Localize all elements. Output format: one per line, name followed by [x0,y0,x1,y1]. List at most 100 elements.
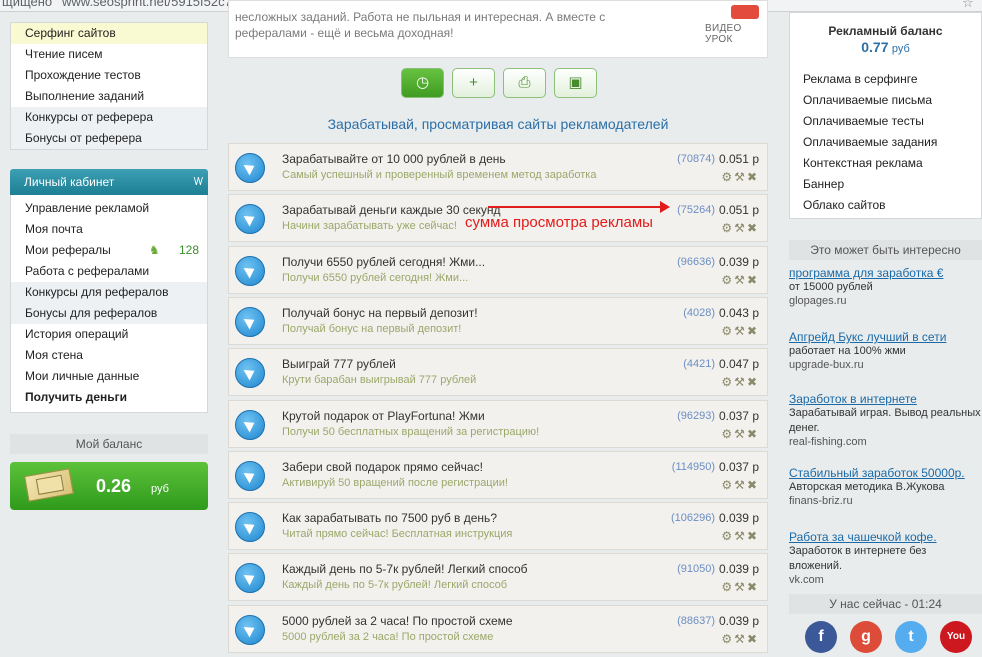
menu-item-tests[interactable]: Прохождение тестов [11,65,207,86]
settings-icon[interactable]: ⚙ [721,529,734,543]
cabinet-item-wall[interactable]: Моя стена [11,345,207,366]
tools-icon[interactable]: ⚒ [734,580,747,594]
ad-link-banner[interactable]: Баннер [803,174,981,195]
video-play-icon[interactable] [731,5,759,19]
tools-icon[interactable]: ⚒ [734,324,747,338]
menu-item-referer-contests[interactable]: Конкурсы от реферера [11,107,207,128]
tools-icon[interactable]: ⚒ [734,273,747,287]
cabinet-header[interactable]: Личный кабинет \/\/ [10,169,208,195]
ad-link-tasks[interactable]: Оплачиваемые задания [803,132,981,153]
settings-icon[interactable]: ⚙ [721,324,734,338]
menu-item-referer-bonuses[interactable]: Бонусы от реферера [11,128,207,149]
ad-row[interactable]: Получи 6550 рублей сегодня! Жми... Получи… [228,245,768,294]
interesting-link[interactable]: Апгрейд Букс лучший в сети [789,330,982,344]
ad-title[interactable]: Получи 6550 рублей сегодня! Жми... [282,255,485,269]
interesting-link[interactable]: Работа за чашечкой кофе. [789,530,982,544]
play-arrow-icon[interactable] [235,358,265,389]
ad-row[interactable]: Как зарабатывать по 7500 руб в день? Чита… [228,502,768,551]
ad-title[interactable]: Как зарабатывать по 7500 руб в день? [282,511,497,525]
ad-link-context[interactable]: Контекстная реклама [803,153,981,174]
my-balance-panel[interactable]: 0.26 руб [10,462,208,510]
play-arrow-icon[interactable] [235,460,265,491]
close-icon[interactable]: ✖ [747,427,759,441]
settings-icon[interactable]: ⚙ [721,580,734,594]
ad-row[interactable]: Зарабатывайте от 10 000 рублей в день Сам… [228,143,768,191]
play-arrow-icon[interactable] [235,563,265,594]
ad-row[interactable]: 5000 рублей за 2 часа! По простой схеме 5… [228,604,768,653]
close-icon[interactable]: ✖ [747,221,759,235]
cabinet-item-referral-contests[interactable]: Конкурсы для рефералов [11,282,207,303]
play-arrow-icon[interactable] [235,614,265,645]
ad-row[interactable]: Крутой подарок от PlayFortuna! Жми Получи… [228,399,768,448]
tools-icon[interactable]: ⚒ [734,170,747,184]
menu-item-tasks[interactable]: Выполнение заданий [11,86,207,107]
play-arrow-icon[interactable] [235,512,265,543]
ad-title[interactable]: 5000 рублей за 2 часа! По простой схеме [282,614,513,628]
video-lesson-link[interactable]: ВИДЕО УРОК [705,23,767,45]
settings-icon[interactable]: ⚙ [721,170,734,184]
collapse-chevron-icon[interactable]: \/\/ [194,169,203,195]
ad-row[interactable]: Каждый день по 5-7к рублей! Легкий спосо… [228,553,768,602]
close-icon[interactable]: ✖ [747,632,759,646]
bookmark-star-icon[interactable]: ☆ [962,0,974,11]
ad-row[interactable]: Получай бонус на первый депозит! Получай … [228,296,768,345]
tools-icon[interactable]: ⚒ [734,529,747,543]
cabinet-item-mail[interactable]: Моя почта [11,219,207,240]
tools-icon[interactable]: ⚒ [734,427,747,441]
clipboard-button[interactable]: ⎙ [503,68,546,98]
ad-row[interactable]: Забери свой подарок прямо сейчас! Активир… [228,450,768,499]
settings-icon[interactable]: ⚙ [721,427,734,441]
cabinet-item-ads[interactable]: Управление рекламой [11,198,207,219]
interesting-link[interactable]: Стабильный заработок 50000р. [789,466,982,480]
play-arrow-icon[interactable] [235,153,265,183]
add-site-button[interactable]: + [452,68,495,98]
menu-item-mail[interactable]: Чтение писем [11,44,207,65]
play-arrow-icon[interactable] [235,409,265,440]
cabinet-item-withdraw[interactable]: Получить деньги [11,387,207,408]
settings-icon[interactable]: ⚙ [721,478,734,492]
ad-title[interactable]: Выиграй 777 рублей [282,357,396,371]
settings-icon[interactable]: ⚙ [721,221,734,235]
settings-icon[interactable]: ⚙ [721,273,734,287]
cabinet-item-profile[interactable]: Мои личные данные [11,366,207,387]
cabinet-item-history[interactable]: История операций [11,324,207,345]
briefcase-button[interactable]: ▣ [554,68,597,98]
ad-link-tests[interactable]: Оплачиваемые тесты [803,111,981,132]
ad-title[interactable]: Каждый день по 5-7к рублей! Легкий спосо… [282,562,528,576]
ad-link-letters[interactable]: Оплачиваемые письма [803,90,981,111]
menu-item-surfing[interactable]: Серфинг сайтов [11,23,207,44]
close-icon[interactable]: ✖ [747,170,759,184]
tools-icon[interactable]: ⚒ [734,221,747,235]
close-icon[interactable]: ✖ [747,478,759,492]
close-icon[interactable]: ✖ [747,273,759,287]
ad-row[interactable]: Выиграй 777 рублей Крути барабан выигрыва… [228,348,768,397]
ad-title[interactable]: Крутой подарок от PlayFortuna! Жми [282,409,485,423]
interesting-link[interactable]: программа для заработка € [789,266,982,280]
interesting-link[interactable]: Заработок в интернете [789,392,982,406]
facebook-icon[interactable]: f [805,621,837,653]
close-icon[interactable]: ✖ [747,324,759,338]
settings-icon[interactable]: ⚙ [721,632,734,646]
google-icon[interactable]: g [850,621,882,653]
cabinet-item-referral-work[interactable]: Работа с рефералами [11,261,207,282]
tools-icon[interactable]: ⚒ [734,478,747,492]
ad-link-surfing[interactable]: Реклама в серфинге [803,69,981,90]
ad-title[interactable]: Забери свой подарок прямо сейчас! [282,460,483,474]
twitter-icon[interactable]: t [895,621,927,653]
ad-title[interactable]: Зарабатывайте от 10 000 рублей в день [282,152,506,166]
ad-title[interactable]: Получай бонус на первый депозит! [282,306,478,320]
close-icon[interactable]: ✖ [747,580,759,594]
play-arrow-icon[interactable] [235,255,265,286]
play-arrow-icon[interactable] [235,204,265,235]
tools-icon[interactable]: ⚒ [734,375,747,389]
cabinet-item-referrals[interactable]: Мои рефералы ♞ 128 [11,240,207,261]
play-arrow-icon[interactable] [235,306,265,337]
ad-link-cloud[interactable]: Облако сайтов [803,195,981,216]
close-icon[interactable]: ✖ [747,375,759,389]
tools-icon[interactable]: ⚒ [734,632,747,646]
close-icon[interactable]: ✖ [747,529,759,543]
youtube-icon[interactable]: You [940,621,972,653]
settings-icon[interactable]: ⚙ [721,375,734,389]
surf-clock-button[interactable]: ◷ [401,68,444,98]
cabinet-item-referral-bonuses[interactable]: Бонусы для рефералов [11,303,207,324]
